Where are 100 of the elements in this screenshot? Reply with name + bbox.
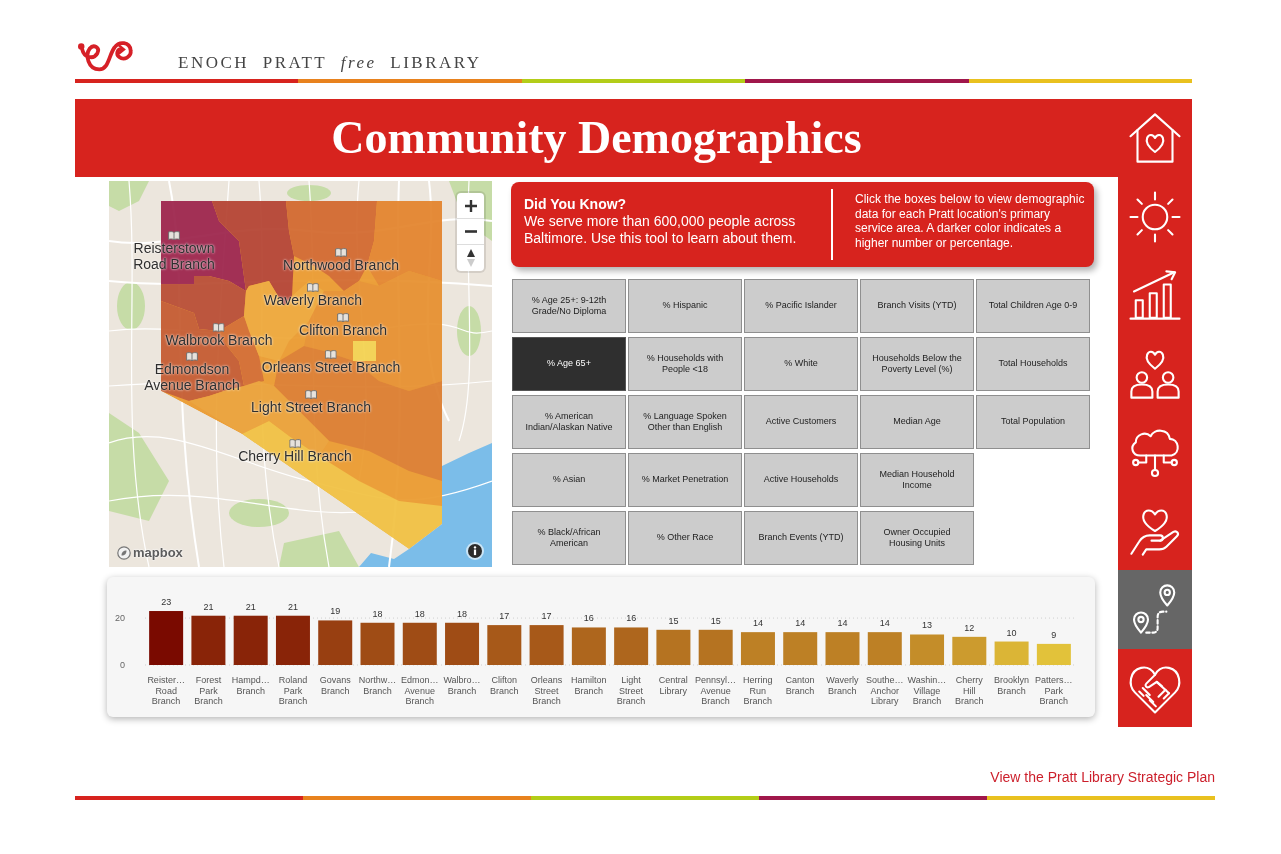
value-label: 15 [710, 615, 721, 626]
value-label: 14 [837, 618, 848, 629]
axis-label: 20 [115, 613, 125, 624]
bar[interactable] [614, 627, 649, 665]
brand-name: ENOCH PRATT free LIBRARY [178, 53, 482, 73]
nav-button[interactable] [1118, 570, 1192, 649]
book-icon [325, 350, 337, 359]
value-label: 14 [795, 618, 806, 629]
value-label: 16 [626, 613, 637, 624]
category-label: Central Library [658, 675, 688, 698]
metric-button[interactable]: Total Households [976, 337, 1090, 391]
map-label: Northwood Branch [283, 257, 399, 273]
metric-button[interactable]: Active Households [744, 453, 858, 507]
map-label: Light Street Branch [251, 399, 371, 415]
metric-button[interactable]: % Age 65+ [512, 337, 626, 391]
map-label: Walbrook Branch [165, 332, 273, 348]
value-label: 13 [922, 620, 933, 631]
minus-icon [464, 230, 477, 233]
map-attribution[interactable]: mapbox [133, 546, 183, 560]
category-label: Pennsyl… Avenue Branch [695, 675, 737, 707]
bar[interactable] [149, 611, 184, 665]
value-label: 16 [583, 613, 594, 624]
metric-button[interactable]: Total Children Age 0-9 [976, 279, 1090, 333]
bar[interactable] [402, 622, 437, 665]
compass-icon [466, 249, 475, 267]
category-label: Northw… Branch [358, 675, 397, 698]
bar[interactable] [233, 615, 268, 665]
category-label: Light Street Branch [616, 675, 646, 707]
category-label: Orleans Street Branch [530, 675, 563, 707]
info-heading: Did You Know? [524, 196, 628, 213]
bar[interactable] [571, 627, 606, 665]
metric-button[interactable]: % Language Spoken Other than English [628, 395, 742, 449]
value-label: 21 [287, 601, 298, 612]
category-label: Waverly Branch [826, 675, 859, 698]
category-label: Govans Branch [319, 675, 351, 698]
info-instructions: Click the boxes below to view demographic data for each Pratt location's primary service area. A darker color indicates a higher number or percentage. [855, 191, 1086, 252]
metric-button[interactable]: Owner Occupied Housing Units [860, 511, 974, 565]
book-icon [305, 390, 317, 399]
value-label: 21 [245, 601, 256, 612]
value-label: 18 [414, 608, 425, 619]
value-label: 17 [499, 611, 510, 622]
info-icon[interactable] [466, 542, 484, 560]
category-label: Forest Park Branch [194, 675, 223, 707]
map-label: Clifton Branch [299, 322, 387, 338]
bar[interactable] [275, 615, 310, 665]
bar[interactable] [360, 622, 395, 665]
bar[interactable] [191, 615, 226, 665]
book-icon [186, 352, 198, 361]
metric-button[interactable]: % Black/African American [512, 511, 626, 565]
map-label: Orleans Street Branch [261, 359, 401, 375]
metric-button[interactable]: Total Population [976, 395, 1090, 449]
value-label: 17 [541, 611, 552, 622]
book-icon [307, 283, 319, 292]
value-label: 21 [203, 601, 214, 612]
info-text: We serve more than 600,000 people across Baltimore. Use this tool to learn about them. [524, 213, 798, 247]
value-label: 14 [879, 618, 890, 629]
metric-button[interactable]: % White [744, 337, 858, 391]
value-label: 9 [1051, 629, 1057, 640]
metric-button[interactable]: % Asian [512, 453, 626, 507]
value-label: 10 [1006, 627, 1017, 638]
book-icon [168, 231, 180, 240]
book-icon [213, 323, 225, 332]
metric-button[interactable]: % Pacific Islander [744, 279, 858, 333]
category-label: Cherry Hill Branch [954, 675, 984, 707]
bar[interactable] [318, 620, 353, 665]
category-label: Brooklyn Branch [993, 675, 1029, 698]
value-label: 18 [372, 608, 383, 619]
metric-button[interactable]: % Households with People <18 [628, 337, 742, 391]
metric-button[interactable]: Median Age [860, 395, 974, 449]
bar[interactable] [445, 622, 480, 665]
category-label: Roland Park Branch [278, 675, 308, 707]
category-label: Walbro… Branch [443, 675, 481, 698]
value-label: 18 [457, 608, 468, 619]
metric-button[interactable]: % Age 25+: 9-12th Grade/No Diploma [512, 279, 626, 333]
value-label: 12 [964, 622, 975, 633]
book-icon [337, 313, 349, 322]
category-label: Reister… Road Branch [147, 675, 185, 707]
metric-button[interactable]: Branch Visits (YTD) [860, 279, 974, 333]
category-label: Washin… Village Branch [907, 675, 947, 707]
category-label: Hampd… Branch [231, 675, 270, 698]
metric-button[interactable]: Active Customers [744, 395, 858, 449]
page-title: Community Demographics [331, 112, 862, 164]
book-icon [289, 439, 301, 448]
category-label: Southe… Anchor Library [865, 675, 904, 707]
metric-button[interactable]: % Hispanic [628, 279, 742, 333]
metric-button[interactable]: % American Indian/Alaskan Native [512, 395, 626, 449]
category-label: Hamilton Branch [571, 675, 607, 698]
strategic-plan-link[interactable]: View the Pratt Library Strategic Plan [990, 769, 1215, 785]
map-label: Waverly Branch [263, 292, 363, 308]
metric-button[interactable]: % Other Race [628, 511, 742, 565]
book-icon [335, 248, 347, 257]
mapbox-logo-icon [117, 546, 131, 560]
category-label: Patters… Park Branch [1034, 675, 1073, 707]
metric-button[interactable]: % Market Penetration [628, 453, 742, 507]
value-label: 14 [752, 618, 763, 629]
metric-button[interactable]: Branch Events (YTD) [744, 511, 858, 565]
metric-button[interactable]: Households Below the Poverty Level (%) [860, 337, 974, 391]
metric-button[interactable]: Median Household Income [860, 453, 974, 507]
category-label: Edmon… Avenue Branch [400, 675, 439, 707]
axis-label: 0 [120, 660, 125, 670]
